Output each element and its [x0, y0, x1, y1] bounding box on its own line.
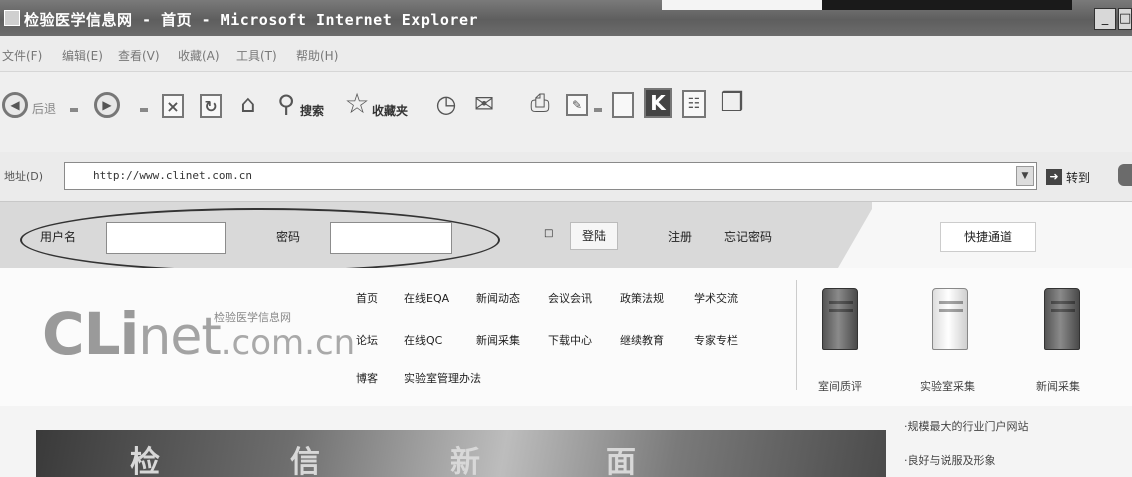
minimize-button[interactable]: _ — [1094, 8, 1116, 30]
password-input[interactable] — [330, 222, 452, 254]
login-button[interactable]: 登陆 — [570, 222, 618, 250]
window-title-bar: 检验医学信息网 - 首页 - Microsoft Internet Explor… — [0, 0, 1132, 36]
banner-char: 信 — [290, 445, 320, 477]
go-icon[interactable]: ➜ — [1046, 169, 1062, 185]
server-slot — [1051, 309, 1075, 312]
back-label: 后退 — [32, 102, 57, 116]
nav-news-collect[interactable]: 新闻采集 — [476, 332, 520, 348]
nav-news[interactable]: 新闻动态 — [476, 290, 520, 306]
toolbar-separator — [140, 108, 148, 112]
back-icon[interactable]: ◀ — [2, 92, 28, 118]
side-news-item[interactable]: ·规模最大的行业门户网站 — [904, 418, 1029, 434]
research-icon[interactable]: ☷ — [682, 90, 706, 118]
logo-net: net — [138, 307, 221, 367]
discuss-icon[interactable] — [612, 92, 634, 118]
search-label[interactable]: 搜索 — [300, 102, 324, 119]
menu-help[interactable]: 帮助(H) — [296, 47, 338, 64]
menu-file[interactable]: 文件(F) — [2, 47, 42, 64]
header-divider — [796, 280, 797, 390]
related-icon[interactable]: ❒ — [718, 88, 746, 118]
nav-lab-management[interactable]: 实验室管理办法 — [404, 370, 481, 386]
refresh-icon[interactable]: ↻ — [200, 94, 222, 118]
server-slot — [939, 301, 963, 304]
chevron-down-icon[interactable]: ▼ — [1016, 166, 1034, 186]
login-bar-divider — [838, 202, 876, 268]
nav-forum[interactable]: 论坛 — [356, 332, 378, 348]
edit-icon[interactable]: ✎ — [566, 94, 588, 116]
logo-domain: .com.cn — [220, 323, 356, 363]
server-slot — [829, 301, 853, 304]
banner-char: 面 — [606, 445, 636, 477]
server-slot — [939, 309, 963, 312]
nav-education[interactable]: 继续教育 — [620, 332, 664, 348]
toolbar-separator — [70, 108, 78, 112]
register-link[interactable]: 注册 — [668, 228, 692, 245]
address-bar: 地址(D) http://www.clinet.com.cn ▼ ➜ 转到 — [0, 152, 1132, 202]
server-icon[interactable] — [822, 288, 858, 350]
nav-experts[interactable]: 专家专栏 — [694, 332, 738, 348]
screen-overlay-light — [662, 0, 822, 10]
logo-cli: CLi — [42, 300, 139, 368]
nav-online-qc[interactable]: 在线QC — [404, 332, 442, 348]
lock-icon: □ — [544, 228, 554, 239]
menu-tools[interactable]: 工具(T) — [236, 47, 277, 64]
ie-app-icon — [4, 10, 20, 26]
nav-meetings[interactable]: 会议会讯 — [548, 290, 592, 306]
forgot-password-link[interactable]: 忘记密码 — [724, 228, 772, 245]
nav-downloads[interactable]: 下载中心 — [548, 332, 592, 348]
server-icon[interactable] — [1044, 288, 1080, 350]
server-slot — [1051, 301, 1075, 304]
password-label: 密码 — [276, 230, 301, 244]
username-input[interactable] — [106, 222, 226, 254]
nav-blog[interactable]: 博客 — [356, 370, 378, 386]
search-icon[interactable]: ⚲ — [272, 90, 300, 118]
service-news-label[interactable]: 新闻采集 — [1036, 378, 1080, 394]
window-title: 检验医学信息网 - 首页 - Microsoft Internet Explor… — [24, 11, 479, 29]
server-icon[interactable] — [932, 288, 968, 350]
side-news-item[interactable]: ·良好与说服及形象 — [904, 452, 996, 468]
home-icon[interactable]: ⌂ — [234, 90, 262, 118]
address-label: 地址(D) — [4, 170, 44, 183]
banner-char: 新 — [450, 445, 480, 477]
username-label: 用户名 — [40, 230, 77, 244]
favorites-icon[interactable]: ☆ — [342, 87, 372, 120]
forward-icon[interactable]: ▶ — [94, 92, 120, 118]
nav-home[interactable]: 首页 — [356, 290, 378, 306]
site-subtitle: 检验医学信息网 — [214, 311, 291, 324]
mail-icon[interactable]: ✉ — [470, 90, 498, 118]
maximize-button[interactable]: □ — [1118, 8, 1132, 30]
go-button[interactable]: 转到 — [1066, 169, 1090, 186]
throbber-icon — [1118, 164, 1132, 186]
address-value: http://www.clinet.com.cn — [93, 169, 252, 182]
service-eqa-label[interactable]: 室间质评 — [818, 378, 862, 394]
service-lab-label[interactable]: 实验室采集 — [920, 378, 975, 394]
print-icon[interactable]: ⎙ — [526, 88, 554, 118]
history-icon[interactable]: ◷ — [432, 90, 460, 118]
address-input[interactable]: http://www.clinet.com.cn ▼ — [64, 162, 1037, 190]
menu-view[interactable]: 查看(V) — [118, 47, 160, 64]
favorites-label[interactable]: 收藏夹 — [372, 102, 408, 119]
menu-favorites[interactable]: 收藏(A) — [178, 47, 220, 64]
quick-access-button[interactable]: 快捷通道 — [940, 222, 1036, 252]
banner-char: 检 — [130, 445, 160, 477]
nav-online-eqa[interactable]: 在线EQA — [404, 290, 449, 306]
toolbar: ◀ 后退 ▶ × ↻ ⌂ ⚲ 搜索 ☆ 收藏夹 ◷ ✉ ⎙ ✎ K ☷ ❒ — [0, 72, 1132, 152]
toolbar-separator — [594, 108, 602, 112]
stop-icon[interactable]: × — [162, 94, 184, 118]
server-slot — [829, 309, 853, 312]
messenger-icon[interactable]: K — [644, 88, 672, 118]
menu-edit[interactable]: 编辑(E) — [62, 47, 103, 64]
nav-academic[interactable]: 学术交流 — [694, 290, 738, 306]
menu-bar: 文件(F) 编辑(E) 查看(V) 收藏(A) 工具(T) 帮助(H) — [0, 36, 1132, 72]
nav-policies[interactable]: 政策法规 — [620, 290, 664, 306]
site-logo[interactable]: CLinet.com.cn — [42, 300, 355, 368]
